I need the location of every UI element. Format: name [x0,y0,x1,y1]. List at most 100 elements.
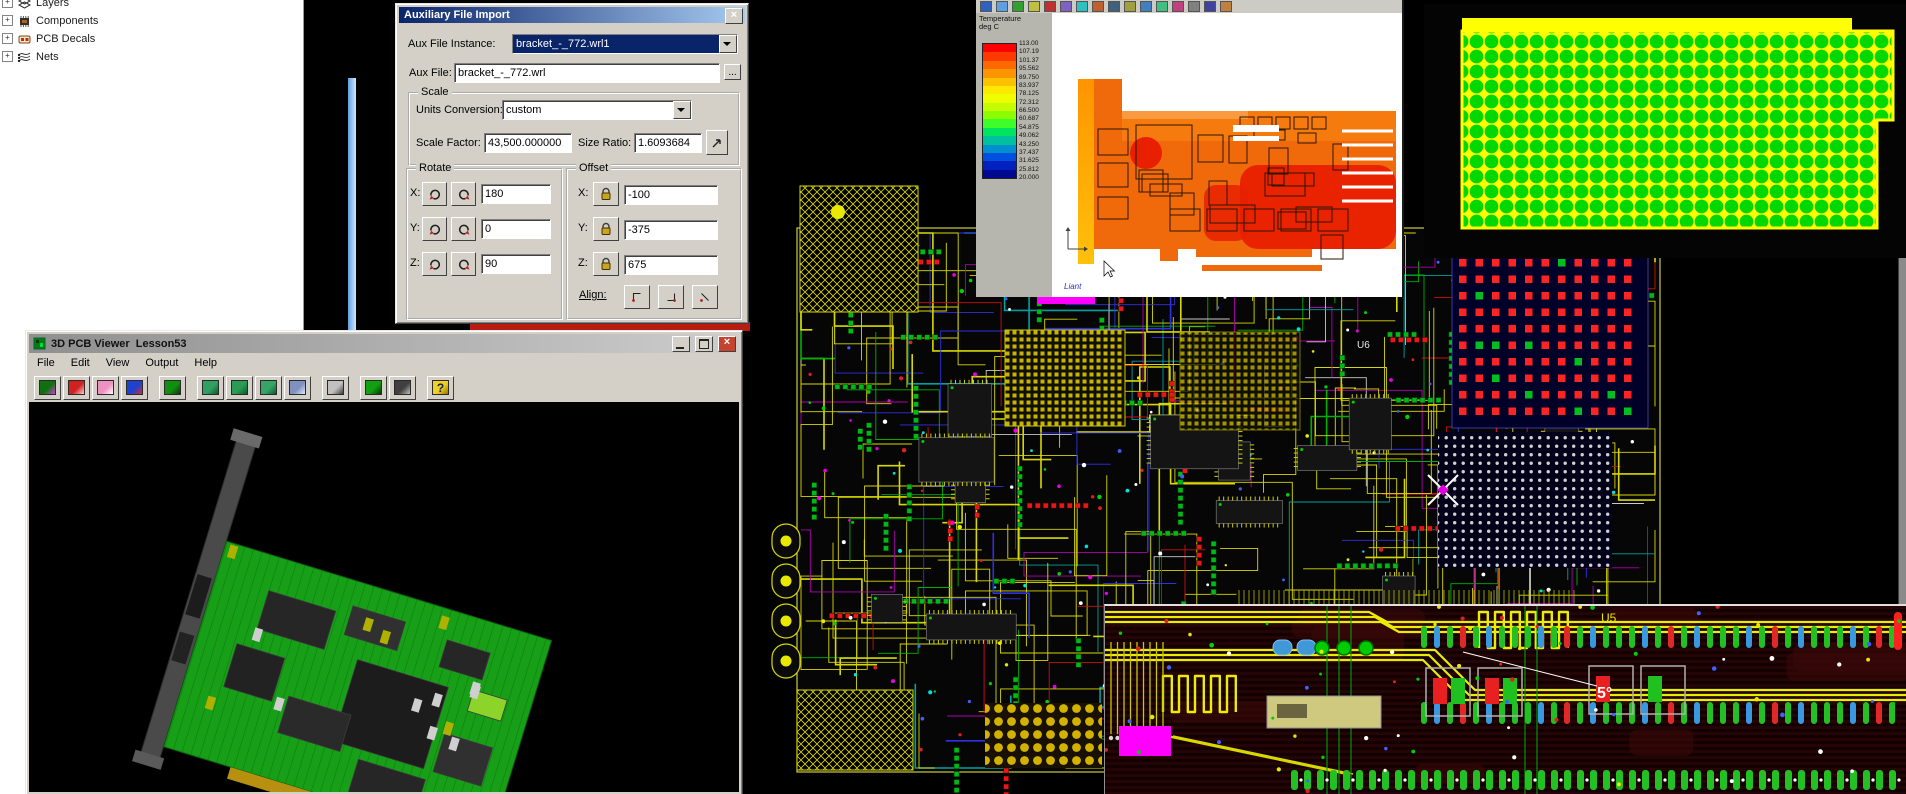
minimize-button[interactable] [672,336,690,352]
sidebar-item-nets[interactable]: +Nets [2,48,292,65]
offset-y-input[interactable] [625,221,717,239]
rotate-x-ccw-button[interactable] [422,182,447,206]
diagonal-arrow-icon [711,137,723,149]
dot-grid-canvas[interactable] [1424,4,1906,258]
rotate-y-ccw-button[interactable] [422,217,447,241]
toolbar-layers-icon[interactable] [121,376,148,400]
scale-factor-label: Scale Factor: [416,137,481,149]
thermal-tool-icon-8[interactable] [1108,1,1120,12]
thermal-tool-icon-12[interactable] [1172,1,1184,12]
rotate-x-field-wrap [481,184,551,204]
size-ratio-apply-button[interactable] [706,130,728,155]
close-button[interactable] [718,336,736,352]
thermal-tool-icon-14[interactable] [1204,1,1216,12]
toolbar-help-icon[interactable]: ? [427,376,454,400]
scale-factor-input[interactable] [485,134,571,152]
viewer-3d-viewport[interactable] [29,402,739,792]
thermal-tool-icon-15[interactable] [1220,1,1232,12]
rotate-y-input[interactable] [482,220,550,238]
rotate-z-cw-button[interactable] [451,252,476,276]
colorbar-band [983,153,1016,161]
units-conversion-combo[interactable]: custom [502,100,692,120]
legend-value: 66.500 [1019,107,1039,114]
menu-help[interactable]: Help [186,355,225,371]
rotate-z-ccw-button[interactable] [422,252,447,276]
component-ref-u6: U6 [1357,340,1370,351]
toolbar-iso-view-icon[interactable] [255,376,282,400]
expand-plus-icon[interactable]: + [2,51,13,62]
menu-view[interactable]: View [98,355,138,371]
menu-output[interactable]: Output [137,355,186,371]
aux-file-input[interactable] [455,64,719,82]
hot-spot [1130,137,1162,169]
window-edge-strip [348,78,356,330]
align-bottom-right-button[interactable] [658,285,684,309]
align-diagonal-button[interactable] [692,285,718,309]
dialog-titlebar[interactable]: Auxiliary File Import × [399,7,745,23]
thermal-tool-icon-10[interactable] [1140,1,1152,12]
offset-x-input[interactable] [625,186,717,204]
rotate-z-input[interactable] [482,255,550,273]
thermal-tool-icon-7[interactable] [1092,1,1104,12]
chevron-down-icon[interactable] [719,35,737,53]
offset-y-lock-button[interactable] [593,217,619,241]
thermal-tool-icon-0[interactable] [980,1,992,12]
expand-plus-icon[interactable]: + [2,0,13,8]
close-icon[interactable]: × [725,8,743,24]
align-corner-icon [698,290,712,304]
chevron-down-icon[interactable] [673,101,691,119]
expand-plus-icon[interactable]: + [2,33,13,44]
toolbar-top-view-icon[interactable] [197,376,224,400]
toolbar-open-board-icon[interactable] [34,376,61,400]
toolbar-board-small-icon[interactable] [360,376,387,400]
colorbar-band [983,94,1016,102]
colorbar-band [983,119,1016,127]
rotate-y-cw-button[interactable] [451,217,476,241]
offset-y-label: Y: [578,222,592,234]
aux-file-instance-combo[interactable]: bracket_-_772.wrl1 [512,34,738,54]
rotate-arrow-icon [457,257,471,271]
toolbar-mesh-view-icon[interactable] [284,376,311,400]
thermal-tool-icon-11[interactable] [1156,1,1168,12]
browse-button[interactable]: ... [724,64,741,80]
thermal-tool-icon-13[interactable] [1188,1,1200,12]
sidebar-item-layers[interactable]: +Layers [2,0,292,11]
colorbar-band [983,136,1016,144]
thermal-tool-icon-5[interactable] [1060,1,1072,12]
thermal-tool-icon-1[interactable] [996,1,1008,12]
menu-file[interactable]: File [29,355,63,371]
rotate-x-input[interactable] [482,185,550,203]
expand-plus-icon[interactable]: + [2,15,13,26]
offset-z-lock-button[interactable] [593,252,619,276]
sidebar-item-pcb-decals[interactable]: +PCB Decals [2,30,292,47]
scale-group-label: Scale [418,86,452,98]
rotate-x-cw-button[interactable] [451,182,476,206]
screen-edge-scroll-strip[interactable] [1898,258,1906,604]
thermal-heatmap-canvas[interactable]: Liant [1052,13,1402,297]
thermal-tool-icon-6[interactable] [1076,1,1088,12]
offset-x-label: X: [578,187,592,199]
pcb-detail-canvas[interactable]: U55° [1105,606,1906,794]
toolbar-rotate-view-icon-glyph [327,380,344,395]
toolbar-rotate-view-icon[interactable] [322,376,349,400]
thermal-tool-icon-2[interactable] [1012,1,1024,12]
offset-x-lock-button[interactable] [593,182,619,206]
maximize-button[interactable] [695,336,713,352]
toolbar-select-pointer-icon[interactable] [63,376,90,400]
sidebar-item-components[interactable]: +Components [2,12,292,29]
toolbar-probe-icon[interactable] [389,376,416,400]
align-top-left-button[interactable] [624,285,650,309]
offset-z-input[interactable] [625,256,717,274]
menu-edit[interactable]: Edit [63,355,98,371]
size-ratio-input[interactable] [635,134,701,152]
toolbar-pan-pointer-icon[interactable] [92,376,119,400]
toolbar-bottom-view-icon[interactable] [226,376,253,400]
viewer-titlebar[interactable]: 3D PCB Viewer Lesson53 [29,334,739,353]
legend-value: 95.562 [1019,65,1039,72]
rotate-arrow-icon [428,222,442,236]
thermal-tool-icon-3[interactable] [1028,1,1040,12]
toolbar-board-view-icon[interactable] [159,376,186,400]
thermal-tool-icon-9[interactable] [1124,1,1136,12]
legend-value: 20.000 [1019,174,1039,181]
thermal-tool-icon-4[interactable] [1044,1,1056,12]
